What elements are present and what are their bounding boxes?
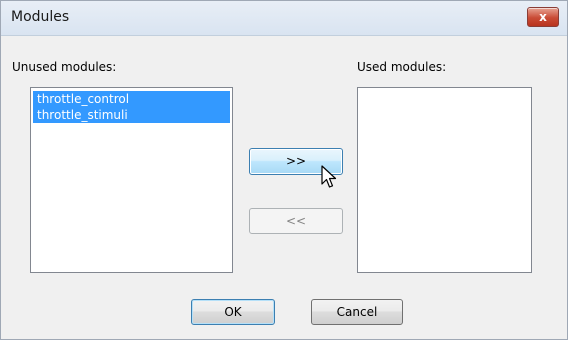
ok-button[interactable]: OK — [191, 299, 275, 325]
cancel-button[interactable]: Cancel — [311, 299, 403, 325]
remove-module-button[interactable]: << — [249, 208, 343, 234]
mouse-cursor-icon — [321, 165, 337, 188]
used-modules-list[interactable] — [357, 87, 532, 273]
unused-modules-label: Unused modules: — [12, 60, 117, 74]
title-bar: Modules x — [1, 1, 567, 36]
list-item[interactable]: throttle_stimuli — [33, 107, 230, 123]
close-icon: x — [539, 10, 547, 24]
close-button[interactable]: x — [527, 7, 559, 27]
list-item[interactable]: throttle_control — [33, 91, 230, 107]
window-title: Modules — [11, 9, 70, 25]
unused-modules-list[interactable]: throttle_control throttle_stimuli — [30, 87, 233, 273]
used-modules-label: Used modules: — [357, 60, 447, 74]
modules-dialog: Modules x Unused modules: throttle_contr… — [0, 0, 568, 340]
